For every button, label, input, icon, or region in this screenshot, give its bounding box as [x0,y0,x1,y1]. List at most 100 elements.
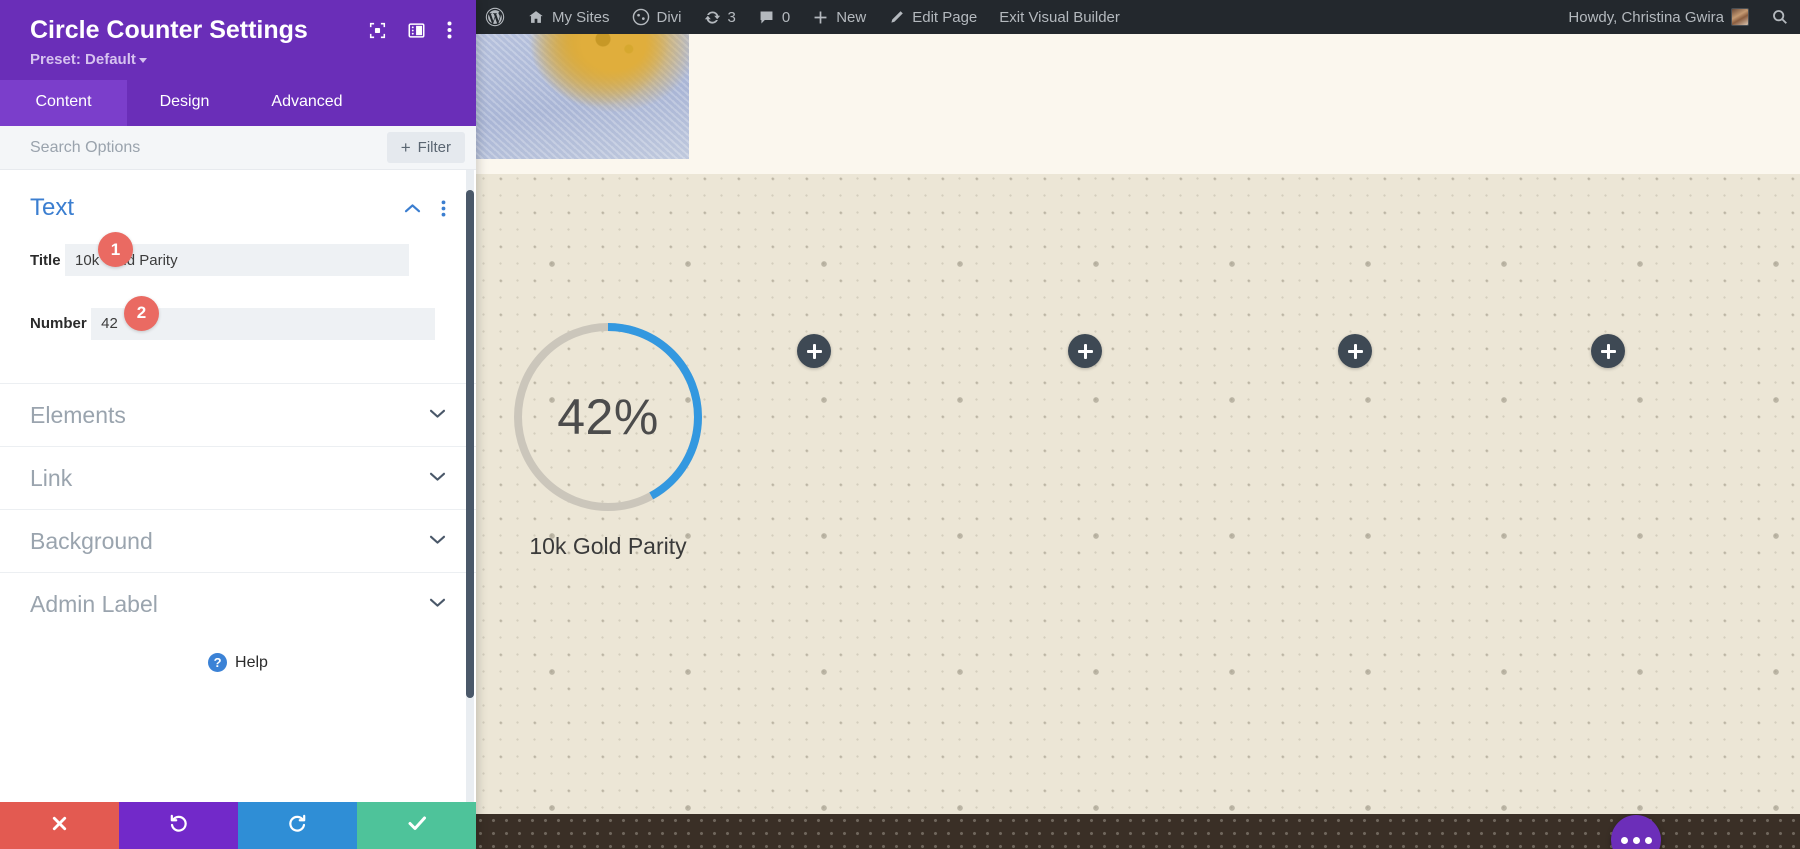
divi-menu[interactable]: Divi [621,0,693,34]
add-module-button-2[interactable] [1068,334,1102,368]
accordion-elements-label: Elements [30,401,126,428]
number-field-group: Number 2 [30,295,446,342]
plus-icon [812,9,829,26]
add-module-button-1[interactable] [797,334,831,368]
screen-root: 42% 10k Gold Parity My Sites Divi 3 0 Ne… [0,0,1800,849]
comment-icon [758,9,775,26]
chevron-up-icon[interactable] [404,203,421,214]
text-section-title: Text [30,194,75,221]
page-canvas: 42% 10k Gold Parity [474,34,1800,849]
layout-panel-icon[interactable] [408,22,425,39]
circle-counter-percent: 42% [557,389,659,445]
search-button[interactable] [1760,0,1800,34]
tab-content[interactable]: Content [0,80,127,126]
updates-menu[interactable]: 3 [693,0,747,34]
chevron-down-icon [429,595,446,613]
redo-icon [287,813,308,839]
panel-tabs: Content Design Advanced [0,80,476,126]
adminbar-right: Howdy, Christina Gwira [1557,0,1800,34]
accordion-admin-label[interactable]: Admin Label [0,572,476,635]
search-input[interactable] [30,138,387,157]
check-icon [406,812,428,839]
step-badge-2: 2 [124,295,159,331]
text-section-header[interactable]: Text [30,194,446,222]
save-button[interactable] [357,802,476,849]
tab-advanced[interactable]: Advanced [242,80,372,126]
chevron-down-icon [429,532,446,550]
my-sites-menu[interactable]: My Sites [516,0,621,34]
panel-scrollbar[interactable] [466,170,474,802]
preset-label: Preset: Default [30,51,136,68]
cancel-button[interactable] [0,802,119,849]
question-mark-icon: ? [208,653,228,672]
hero-image [474,34,689,159]
comments-count: 0 [781,8,791,26]
updates-icon [704,9,721,26]
divi-icon [632,8,650,26]
text-section: Text Title 1 10k Gold Parity Number 2 42 [0,170,476,341]
title-field-label: Title [30,251,61,269]
accordion-admin-label-label: Admin Label [30,590,158,617]
add-module-button-4[interactable] [1591,334,1625,368]
ellipsis-icon [1644,836,1652,844]
panel-title-row: Circle Counter Settings [30,16,452,45]
updates-count: 3 [727,8,736,26]
chevron-down-icon [429,406,446,424]
canvas-footer-section [474,814,1800,849]
chevron-down-icon [429,469,446,487]
chevron-down-icon [138,57,147,63]
more-vertical-icon[interactable] [447,21,452,39]
tab-design[interactable]: Design [127,80,242,126]
text-section-icons [404,200,446,217]
search-icon [1771,8,1789,26]
howdy-label: Howdy, Christina Gwira [1568,8,1724,26]
help-label: Help [235,653,268,671]
wp-logo-menu[interactable] [474,0,516,34]
edit-page-label: Edit Page [912,8,978,26]
page-title: Circle Counter Settings [30,16,308,44]
my-account-menu[interactable]: Howdy, Christina Gwira [1557,0,1760,34]
undo-button[interactable] [119,802,238,849]
plus-icon: + [400,138,411,157]
help-button[interactable]: ? Help [0,635,476,689]
accordion-background-label: Background [30,527,153,554]
panel-footer [0,802,476,849]
more-vertical-icon[interactable] [441,200,446,217]
exit-visual-builder-menu[interactable]: Exit Visual Builder [988,0,1131,34]
new-label: New [836,8,867,26]
undo-icon [168,813,189,839]
search-row: + Filter [0,126,476,170]
canvas-body-section: 42% 10k Gold Parity [474,174,1800,814]
new-content-menu[interactable]: New [801,0,877,34]
accordion-link-label: Link [30,464,73,491]
accordion-background[interactable]: Background [0,509,476,572]
avatar [1731,8,1749,26]
module-settings-panel: Circle Counter Settings Preset: Default … [0,0,476,849]
circle-counter-module[interactable]: 42% 10k Gold Parity [493,319,723,560]
redo-button[interactable] [238,802,357,849]
focus-target-icon[interactable] [369,22,386,39]
close-icon [50,814,69,838]
wp-admin-bar: My Sites Divi 3 0 New Edit Page Exit Vis… [474,0,1800,34]
add-module-button-3[interactable] [1338,334,1372,368]
title-field-group: Title 1 [30,232,446,278]
my-sites-label: My Sites [552,8,610,26]
exit-visual-builder-label: Exit Visual Builder [999,8,1120,26]
panel-header: Circle Counter Settings Preset: Default [0,0,476,80]
canvas-top-section [474,34,1800,174]
wordpress-logo-icon [485,7,505,27]
preset-selector[interactable]: Preset: Default [30,51,452,68]
circle-counter-graphic: 42% [510,319,706,515]
number-field-label: Number [30,315,87,332]
comments-menu[interactable]: 0 [747,0,801,34]
panel-scrollbar-thumb[interactable] [466,190,474,698]
house-icon [527,8,545,26]
panel-header-icons [369,16,452,39]
edit-page-menu[interactable]: Edit Page [877,0,988,34]
panel-scroll-area: Text Title 1 10k Gold Parity Number 2 42… [0,170,476,802]
filter-button[interactable]: + Filter [386,132,465,163]
accordion-link[interactable]: Link [0,446,476,509]
accordion-elements[interactable]: Elements [0,383,476,446]
step-badge-1: 1 [98,232,133,267]
